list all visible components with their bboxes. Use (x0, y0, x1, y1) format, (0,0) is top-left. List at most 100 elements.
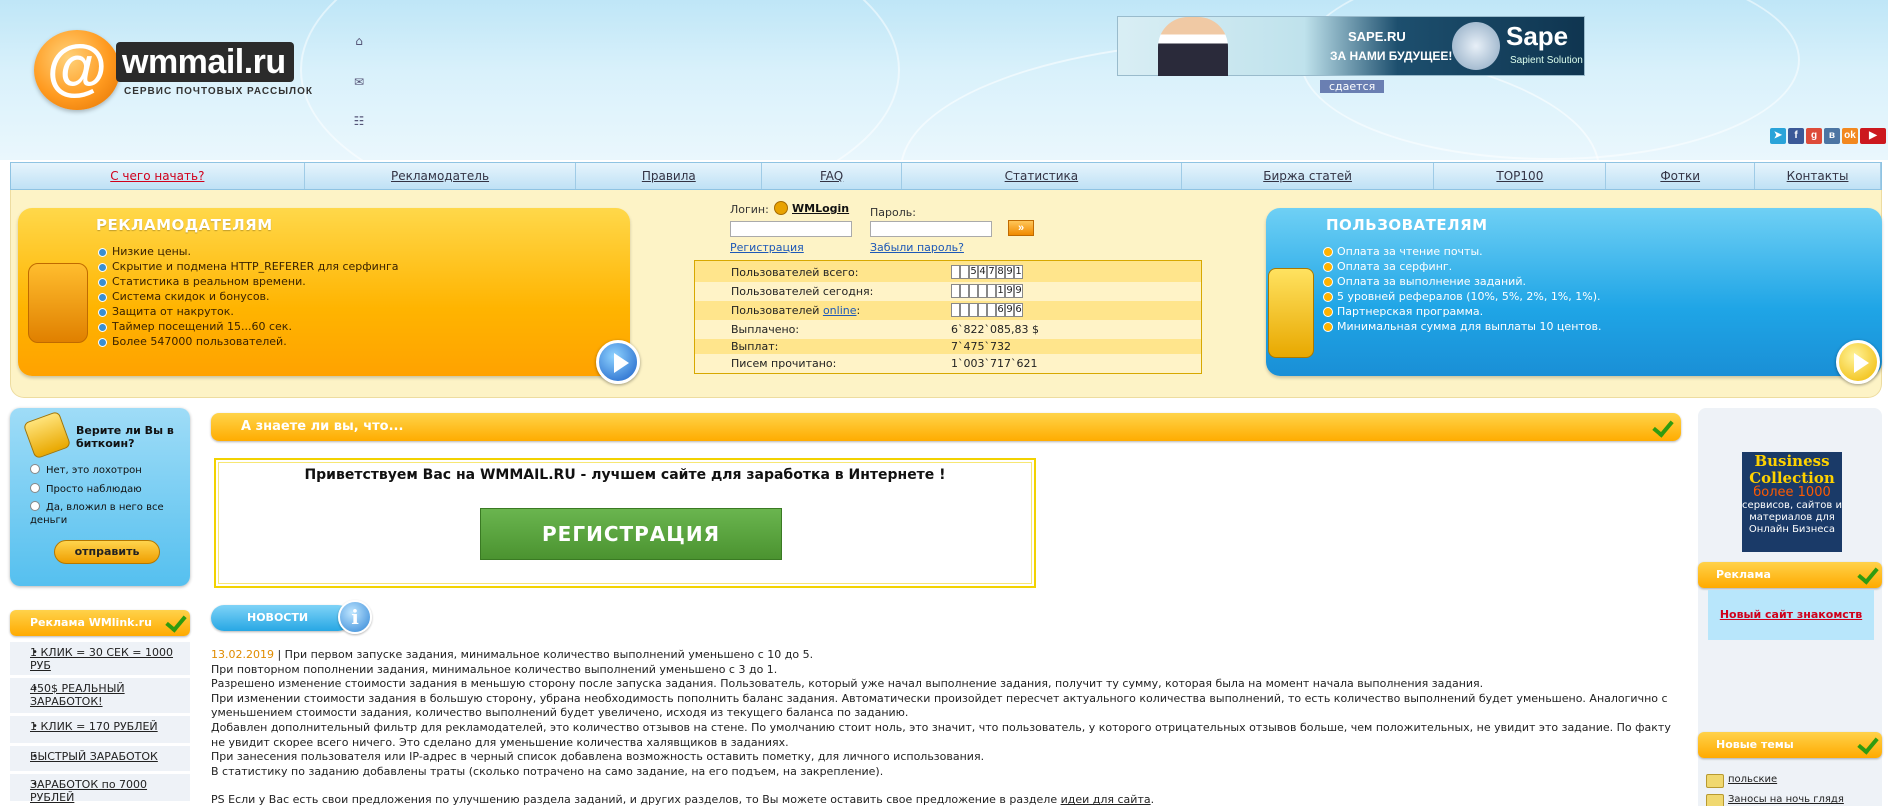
nav-item[interactable]: FAQ (762, 163, 903, 189)
register-button[interactable]: РЕГИСТРАЦИЯ (480, 508, 782, 560)
password-input[interactable] (870, 221, 992, 237)
stats-label: Писем прочитано: (731, 357, 837, 370)
mail-icon[interactable]: ✉ (352, 75, 366, 89)
list-item: Минимальная сумма для выплаты 10 центов. (1321, 319, 1602, 334)
counter-digit: 9 (1005, 284, 1014, 298)
home-icon[interactable]: ⌂ (352, 34, 366, 48)
wmlink-header: Реклама WMlink.ru (10, 610, 190, 636)
users-title: ПОЛЬЗОВАТЕЛЯМ (1326, 216, 1488, 234)
business-collection-banner[interactable]: Business Collection более 1000 сервисов,… (1742, 452, 1842, 552)
news-line: Добавлен дополнительный фильтр для рекла… (211, 720, 1671, 749)
ad-header: Реклама (1698, 562, 1882, 588)
nav-item[interactable]: Биржа статей (1182, 163, 1435, 189)
site-logo[interactable]: @ wmmail.ru СЕРВИС ПОЧТОВЫХ РАССЫЛОК (34, 26, 324, 116)
forum-topic-link[interactable]: польские (1706, 774, 1777, 788)
nav-item[interactable]: Правила (576, 163, 763, 189)
wmlink-ad-item[interactable]: БЫСТРЫЙ ЗАРАБОТОК (10, 746, 190, 772)
poll-option[interactable]: Нет, это лохотрон (30, 464, 190, 477)
google-plus-icon[interactable]: g (1806, 128, 1822, 144)
counter-digit: 9 (1014, 284, 1023, 298)
forum-topic-link[interactable]: Заносы на ночь глядя (1706, 794, 1844, 806)
login-form: Логин: WMLogin Пароль: » Регистрация Заб… (730, 200, 1050, 260)
wmlogin-link[interactable]: WMLogin (792, 202, 849, 215)
list-item: Оплата за выполнение заданий. (1321, 274, 1602, 289)
list-item: Защита от накруток. (96, 304, 399, 319)
banner-brand: Sape (1506, 21, 1569, 51)
wmlink-ad-item[interactable]: 1 КЛИК = 30 СЕК = 1000 РУБ (10, 642, 190, 676)
counter-digit: 1 (996, 284, 1005, 298)
radio-button[interactable] (30, 483, 40, 493)
stats-label: Выплат: (731, 340, 779, 353)
ad-title: Реклама (1716, 568, 1771, 581)
topics-title: Новые темы (1716, 738, 1794, 751)
banner-status[interactable]: сдается (1320, 80, 1385, 93)
stats-row-letters: Писем прочитано: 1`003`717`621 (695, 354, 1201, 373)
ad-box: Новый сайт знакомств (1708, 590, 1874, 640)
vk-icon[interactable]: в (1824, 128, 1840, 144)
counter-digit: 6 (1014, 303, 1023, 317)
counter-digit (951, 284, 960, 298)
wmlink-ad-text: 1 КЛИК = 30 СЕК = 1000 РУБ (30, 646, 173, 672)
login-submit-button[interactable]: » (1008, 220, 1034, 236)
register-link[interactable]: Регистрация (730, 241, 804, 254)
list-item: Статистика в реальном времени. (96, 274, 399, 289)
stats-label-text: Пользователей (731, 304, 823, 317)
odnoklassniki-icon[interactable]: ok (1842, 128, 1858, 144)
poll-submit-button[interactable]: отправить (54, 540, 160, 564)
sape-banner[interactable]: SAPE.RU ЗА НАМИ БУДУЩЕЕ! Sape Sapient So… (1117, 16, 1585, 76)
counter-digit: 8 (996, 265, 1005, 279)
ideas-link[interactable]: идеи для сайта (1061, 793, 1151, 806)
banner-person-image (1158, 17, 1228, 76)
nav-item[interactable]: С чего начать? (11, 163, 305, 189)
forgot-password-link[interactable]: Забыли пароль? (870, 241, 964, 254)
news-line: При занесения пользователя или IP-адрес … (211, 750, 985, 764)
counter-digit (951, 303, 960, 317)
wmlink-ad-item[interactable]: 1 КЛИК = 170 РУБЛЕЙ (10, 716, 190, 744)
info-icon: i (338, 600, 372, 634)
money-mouse-icon (1268, 268, 1314, 358)
facebook-icon[interactable]: f (1788, 128, 1804, 144)
counter-digit (960, 265, 969, 279)
brain-logo-icon (1452, 22, 1500, 70)
counter-digit: 1 (1014, 265, 1023, 279)
wmlink-ad-item[interactable]: ЗАРАБОТОК по 7000 РУБЛЕЙ (10, 774, 190, 804)
nav-item[interactable]: Контакты (1755, 163, 1881, 189)
checkmark-icon (1649, 417, 1671, 435)
stats-label: Пользователей всего: (731, 266, 859, 279)
nav-item[interactable]: Рекламодатель (305, 163, 577, 189)
counter-digit (978, 284, 987, 298)
stats-counter: 199 (951, 284, 1023, 298)
advertisers-title: РЕКЛАМОДАТЕЛЯМ (96, 216, 273, 234)
checkmark-icon (162, 612, 184, 630)
wmlink-ad-item[interactable]: 450$ РЕАЛЬНЫЙ ЗАРАБОТОК! (10, 678, 190, 714)
list-item: Оплата за серфинг. (1321, 259, 1602, 274)
news-date: 13.02.2019 (211, 648, 274, 661)
decor-swirl (300, 0, 900, 160)
sitemap-icon[interactable]: ☷ (352, 114, 366, 128)
login-input[interactable] (730, 221, 852, 237)
poll-option[interactable]: Да, вложил в него все деньги (30, 501, 180, 527)
advertisers-panel: РЕКЛАМОДАТЕЛЯМ Низкие цены. Скрытие и под… (18, 208, 630, 376)
poll-option-label: Нет, это лохотрон (46, 465, 142, 476)
did-you-know-title: А знаете ли вы, что... (241, 419, 404, 434)
nav-item[interactable]: Фотки (1606, 163, 1756, 189)
advertisers-play-button[interactable] (596, 340, 640, 384)
telegram-icon[interactable]: ➤ (1770, 128, 1786, 144)
banner-line2: ЗА НАМИ БУДУЩЕЕ! (1330, 49, 1453, 63)
stats-value: 7`475`732 (951, 340, 1011, 353)
bc-desc: сервисов, сайтов и материалов для Онлайн… (1742, 500, 1842, 535)
radio-button[interactable] (30, 501, 40, 511)
youtube-icon[interactable]: ▶ (1860, 128, 1886, 144)
nav-item[interactable]: Статистика (902, 163, 1182, 189)
users-play-button[interactable] (1836, 340, 1880, 384)
counter-digit (987, 284, 996, 298)
radio-button[interactable] (30, 464, 40, 474)
logo-name: wmmail.ru (116, 42, 294, 82)
nav-item[interactable]: TOP100 (1434, 163, 1607, 189)
bitcoin-poll: Верите ли Вы в биткоин? Нет, это лохотро… (10, 408, 190, 586)
news-header: НОВОСТИ (211, 605, 351, 631)
list-item: 5 уровней рефералов (10%, 5%, 2%, 1%, 1%… (1321, 289, 1602, 304)
online-link[interactable]: online (823, 304, 857, 317)
poll-option[interactable]: Просто наблюдаю (30, 483, 190, 496)
dating-site-link[interactable]: Новый сайт знакомств (1708, 608, 1874, 621)
